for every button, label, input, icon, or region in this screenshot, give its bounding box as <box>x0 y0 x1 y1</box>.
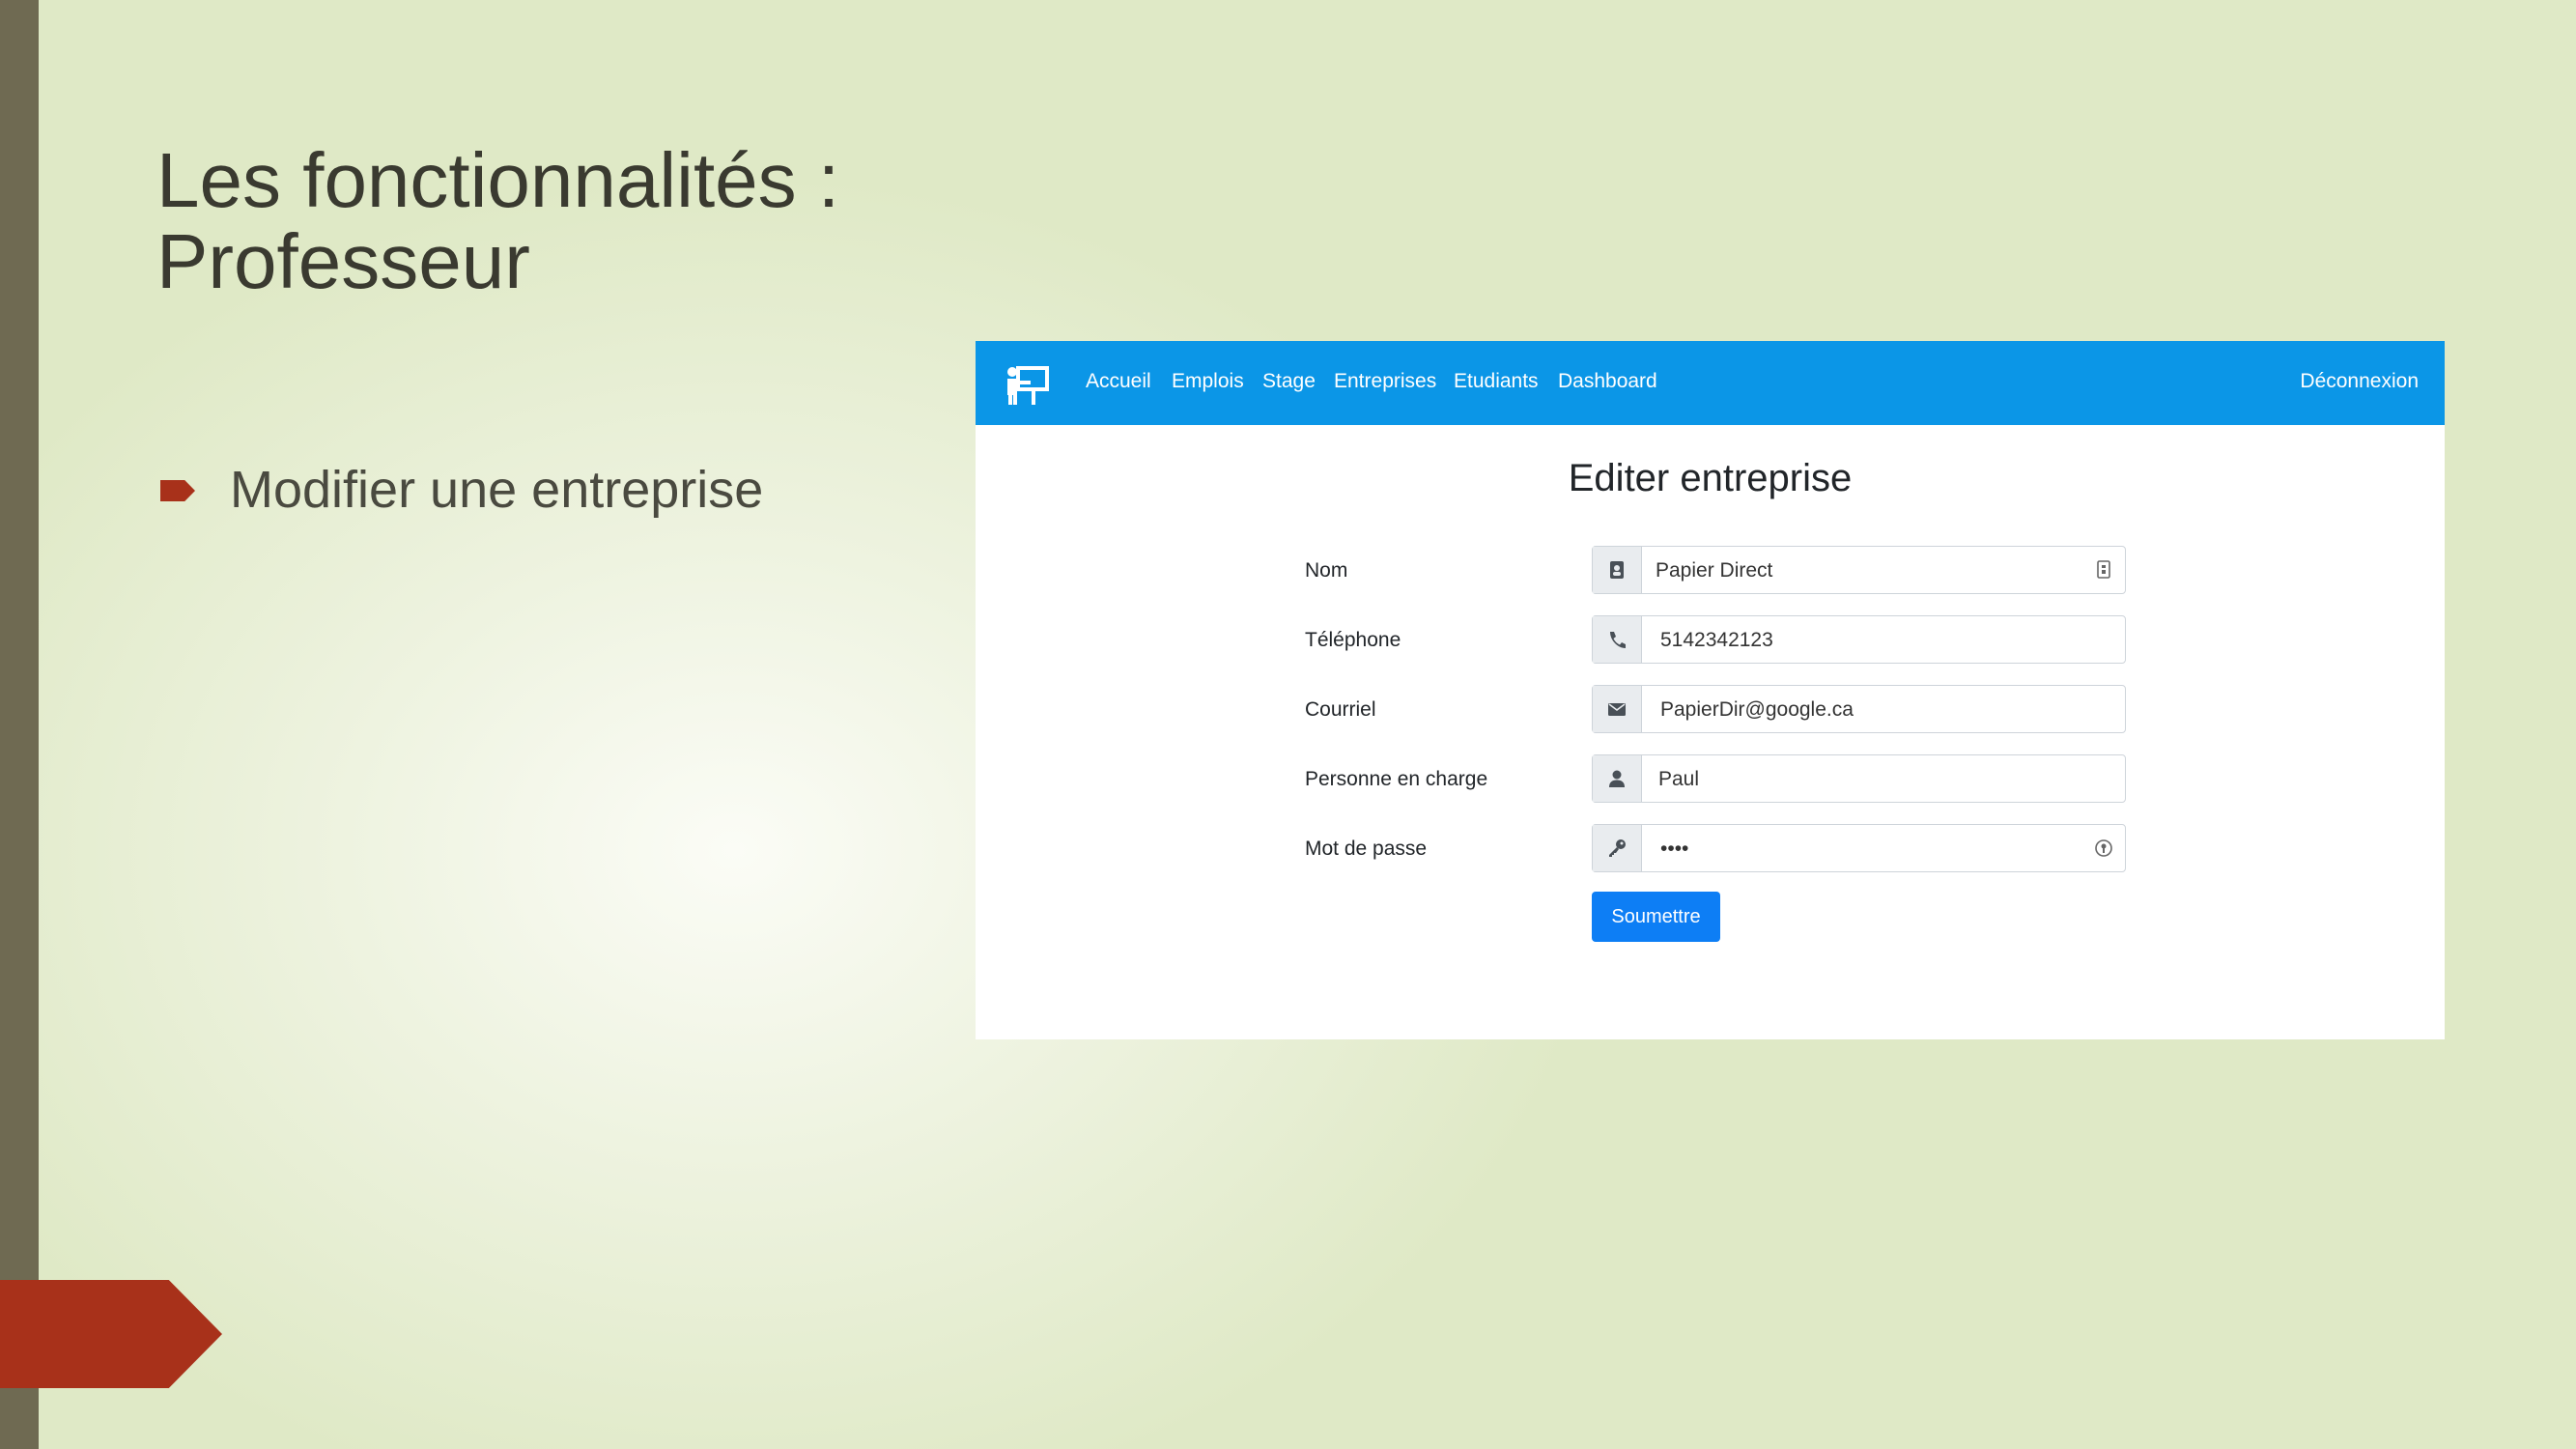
app-screenshot: Accueil Emplois Stage Entreprises Etudia… <box>976 341 2445 1039</box>
nom-value: Papier Direct <box>1656 559 1773 582</box>
telephone-field[interactable]: 5142342123 <box>1592 615 2126 664</box>
nav-dashboard[interactable]: Dashboard <box>1558 370 1657 393</box>
contact-card-icon <box>1610 561 1624 579</box>
form-title: Editer entreprise <box>1568 457 1853 499</box>
nav-accueil[interactable]: Accueil <box>1086 370 1151 393</box>
label-mot-de-passe: Mot de passe <box>1305 838 1428 860</box>
nav-emplois[interactable]: Emplois <box>1172 370 1244 393</box>
mot-de-passe-field[interactable]: •••• <box>1592 824 2126 872</box>
courriel-field[interactable]: PapierDir@google.ca <box>1592 685 2126 733</box>
slide-title-line-2: Professeur <box>156 218 530 304</box>
courriel-value: PapierDir@google.ca <box>1660 698 1854 721</box>
bullet-arrow-icon <box>160 480 195 501</box>
personne-en-charge-field[interactable]: Paul <box>1592 754 2126 803</box>
personne-en-charge-value: Paul <box>1658 768 1700 790</box>
bullet-text: Modifier une entreprise <box>230 461 764 519</box>
submit-button[interactable]: Soumettre <box>1592 892 1720 942</box>
telephone-value: 5142342123 <box>1660 629 1773 651</box>
nav-deconnexion[interactable]: Déconnexion <box>2300 370 2419 393</box>
label-personne-en-charge: Personne en charge <box>1305 768 1488 790</box>
label-nom: Nom <box>1305 559 1348 582</box>
label-telephone: Téléphone <box>1305 629 1401 651</box>
nom-field[interactable]: Papier Direct <box>1592 546 2126 594</box>
label-courriel: Courriel <box>1305 698 1376 721</box>
slide-left-bar <box>0 0 39 1449</box>
key-icon <box>1609 839 1626 857</box>
slide-title-line-1: Les fonctionnalités : <box>156 137 840 223</box>
user-icon <box>1609 770 1625 787</box>
phone-icon <box>1610 632 1626 648</box>
nav-entreprises[interactable]: Entreprises <box>1334 370 1436 393</box>
nav-stage[interactable]: Stage <box>1262 370 1316 393</box>
envelope-icon <box>1608 703 1626 716</box>
navbar: Accueil Emplois Stage Entreprises Etudia… <box>976 341 2445 425</box>
password-manager-icon[interactable] <box>2094 838 2113 859</box>
slide-arrow-decoration <box>0 1280 222 1388</box>
slide-title: Les fonctionnalités : Professeur <box>156 140 839 302</box>
mot-de-passe-value: •••• <box>1660 838 1689 860</box>
nav-etudiants[interactable]: Etudiants <box>1454 370 1539 393</box>
teacher-board-icon[interactable] <box>1005 362 1049 407</box>
autofill-card-icon[interactable] <box>2094 559 2113 581</box>
